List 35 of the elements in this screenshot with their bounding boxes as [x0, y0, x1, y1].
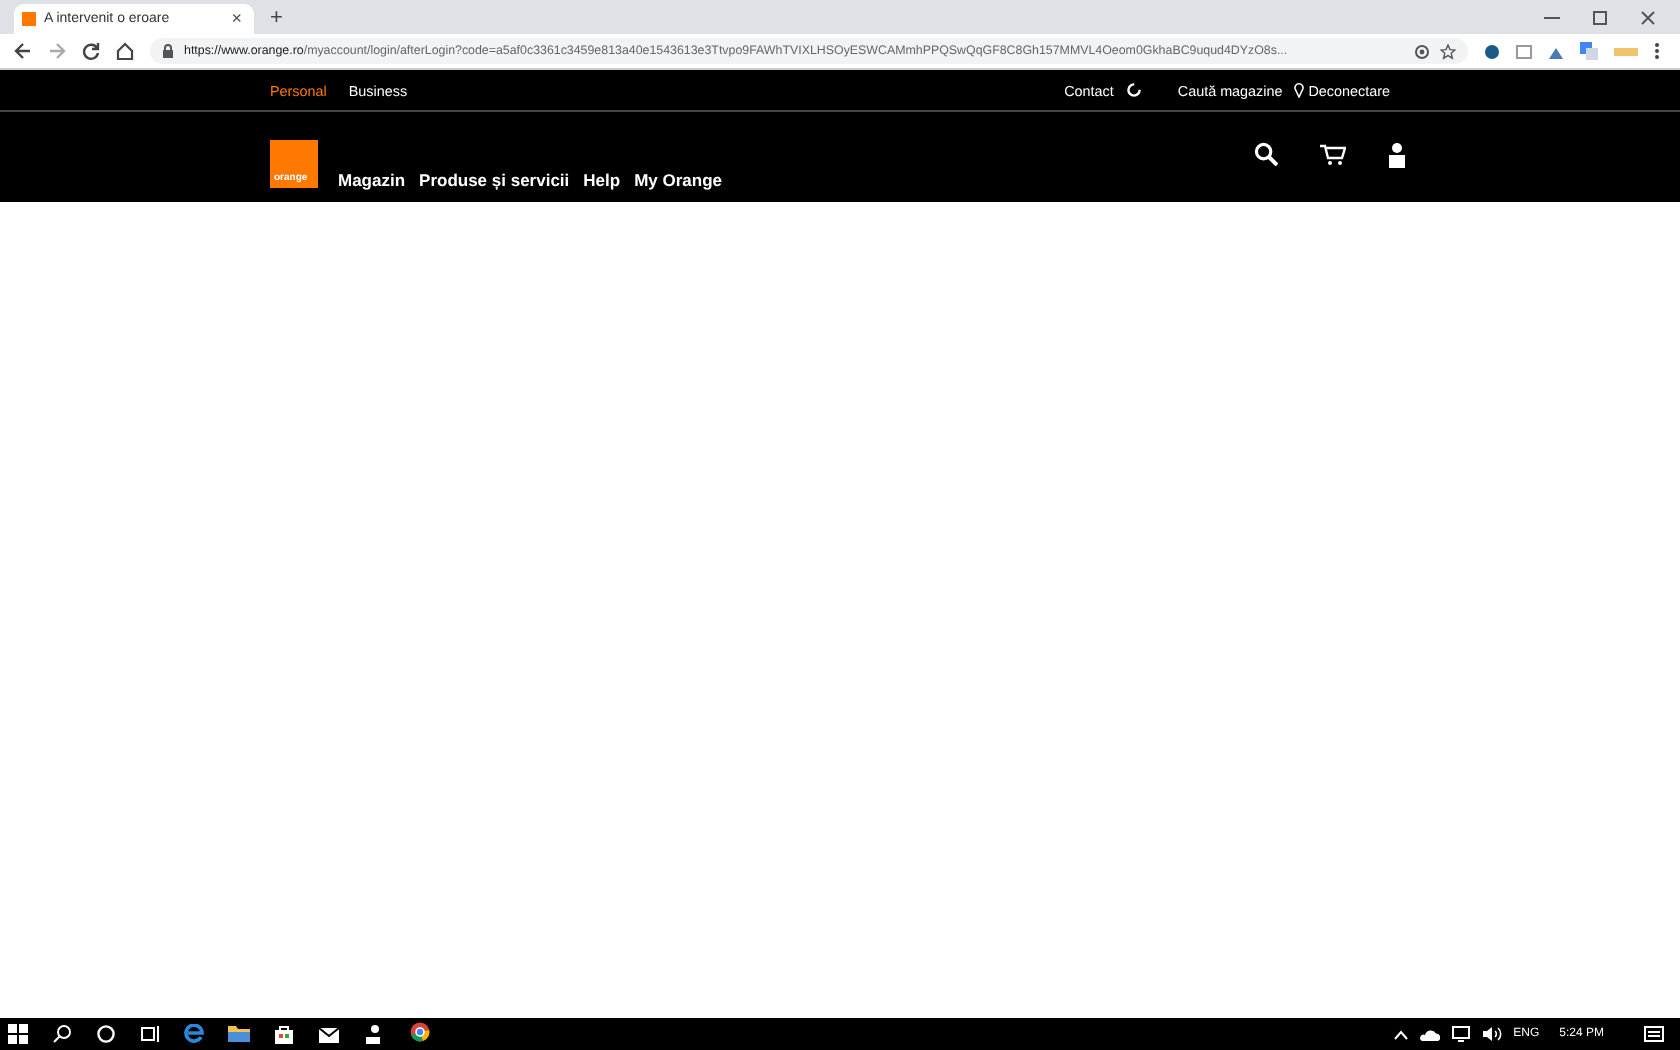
star-icon[interactable] — [1440, 43, 1456, 59]
person-icon[interactable] — [364, 1024, 382, 1044]
caret-up-icon[interactable] — [1393, 1029, 1408, 1039]
chrome-icon[interactable] — [410, 1021, 430, 1041]
search-icon[interactable] — [52, 1024, 72, 1044]
nav-link[interactable]: Help — [583, 171, 621, 188]
nav-link[interactable]: Magazin — [338, 171, 406, 188]
lock-icon — [162, 44, 174, 58]
refresh-icon — [1125, 82, 1142, 98]
reload-icon[interactable] — [82, 42, 100, 60]
folder-icon[interactable] — [228, 1024, 250, 1044]
mail-icon[interactable] — [318, 1025, 340, 1043]
target-icon[interactable] — [1414, 43, 1430, 59]
back-icon[interactable] — [14, 42, 32, 60]
cloud-icon[interactable] — [1419, 1027, 1440, 1041]
speaker-icon[interactable] — [1481, 1026, 1502, 1042]
favicon-icon — [22, 12, 36, 26]
user-icon[interactable] — [1388, 141, 1406, 167]
home-icon[interactable] — [116, 42, 134, 60]
nav-link[interactable]: My Orange — [634, 171, 723, 188]
close-tab-button[interactable]: × — [231, 10, 242, 28]
location-pin-icon — [1294, 82, 1305, 98]
search-icon[interactable] — [1254, 142, 1278, 166]
task-view-icon[interactable] — [140, 1024, 160, 1044]
notification-icon[interactable] — [1644, 1025, 1664, 1043]
browser-e-icon[interactable] — [184, 1024, 204, 1044]
circle-icon[interactable] — [96, 1024, 116, 1044]
maximize-icon[interactable] — [1592, 9, 1608, 25]
cart-icon[interactable] — [1320, 143, 1346, 165]
shopping-bag-icon[interactable] — [274, 1024, 294, 1044]
nav-link[interactable]: Produse și servicii — [419, 171, 570, 188]
close-icon[interactable] — [1640, 9, 1656, 25]
menu-icon[interactable] — [1654, 42, 1660, 60]
new-tab-button[interactable]: + — [270, 8, 283, 30]
windows-start-icon[interactable] — [8, 1024, 28, 1044]
